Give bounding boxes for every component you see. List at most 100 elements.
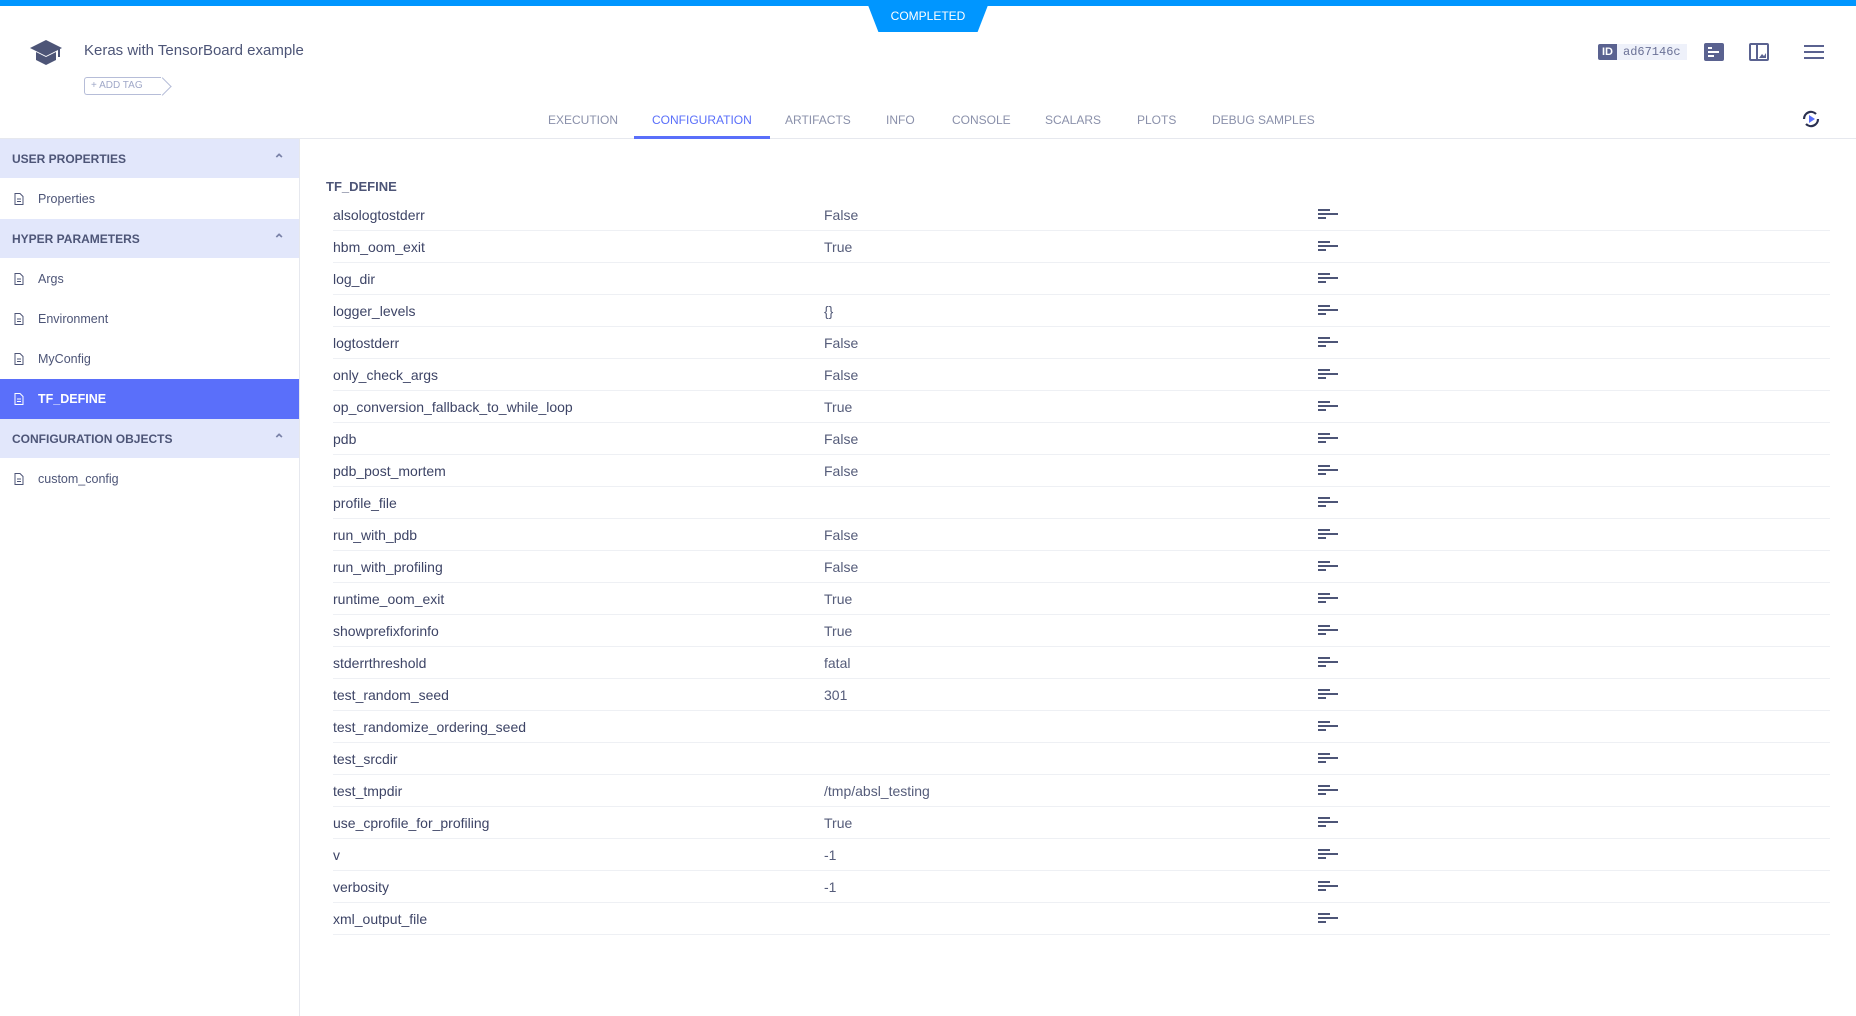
description-icon[interactable] [1318,849,1338,861]
param-name: hbm_oom_exit [333,239,425,255]
param-value: -1 [824,879,837,895]
section-label: HYPER PARAMETERS [12,232,140,246]
sidebar-item[interactable]: Environment [0,299,299,339]
description-icon[interactable] [1318,209,1338,221]
param-name: log_dir [333,271,376,287]
description-icon[interactable] [1318,305,1338,317]
param-value: {} [824,303,834,319]
sidebar-item[interactable]: custom_config [0,459,299,499]
description-icon[interactable] [1318,465,1338,477]
sidebar-item[interactable]: MyConfig [0,339,299,379]
id-badge[interactable]: ID ad67146c [1598,44,1687,60]
param-name: runtime_oom_exit [333,591,445,607]
param-name: verbosity [333,879,390,895]
document-icon [14,273,24,285]
description-icon[interactable] [1318,817,1338,829]
description-icon[interactable] [1318,529,1338,541]
param-value: fatal [824,655,851,671]
table-row: run_with_pdb False [333,519,1830,551]
details-panel-icon[interactable] [1704,43,1724,61]
tab-execution[interactable]: EXECUTION [548,113,618,139]
description-icon[interactable] [1318,433,1338,445]
param-value: False [824,527,859,543]
description-icon[interactable] [1318,753,1338,765]
add-tag-button[interactable]: + ADD TAG [84,77,161,95]
description-icon[interactable] [1318,721,1338,733]
description-icon[interactable] [1318,881,1338,893]
param-name: logger_levels [333,303,416,319]
tab-console[interactable]: CONSOLE [952,113,1011,139]
tab-plots[interactable]: PLOTS [1137,113,1176,139]
param-value: False [824,367,859,383]
table-row: verbosity -1 [333,871,1830,903]
tab-debug-samples[interactable]: DEBUG SAMPLES [1212,113,1315,139]
param-name: profile_file [333,495,397,511]
sidebar-section-header[interactable]: HYPER PARAMETERS ⌃ [0,219,299,259]
layout-toggle-icon[interactable] [1749,43,1769,61]
table-row: test_random_seed 301 [333,679,1830,711]
description-icon[interactable] [1318,785,1338,797]
status-badge: COMPLETED [866,0,990,32]
sidebar-item-label: Args [38,272,64,286]
graduation-cap-icon [30,40,62,65]
description-icon[interactable] [1318,657,1338,669]
table-row: stderrthreshold fatal [333,647,1830,679]
param-name: xml_output_file [333,911,428,927]
auto-refresh-icon[interactable] [1800,108,1822,130]
table-row: test_tmpdir/tmp/absl_testing [333,775,1830,807]
sidebar-item[interactable]: Properties [0,179,299,219]
tab-scalars[interactable]: SCALARS [1045,113,1101,139]
table-row: logtostderr False [333,327,1830,359]
table-row: use_cprofile_for_profiling True [333,807,1830,839]
table-row: test_randomize_ordering_seed [333,711,1830,743]
table-row: test_srcdir [333,743,1830,775]
description-icon[interactable] [1318,689,1338,701]
id-label: ID [1598,44,1617,60]
tab-configuration[interactable]: CONFIGURATION [634,113,770,139]
sidebar-item-label: Environment [38,312,109,326]
chevron-up-icon[interactable]: ⌃ [273,139,285,179]
sidebar-item[interactable]: TF_DEFINE [0,379,299,419]
chevron-up-icon[interactable]: ⌃ [273,419,285,459]
param-value: True [824,399,853,415]
param-value: True [824,239,853,255]
table-row: log_dir [333,263,1830,295]
description-icon[interactable] [1318,401,1338,413]
param-name: showprefixforinfo [333,623,439,639]
description-icon[interactable] [1318,337,1338,349]
description-icon[interactable] [1318,593,1338,605]
param-name: run_with_profiling [333,559,443,575]
sidebar-item-label: Properties [38,192,95,206]
table-row: pdb False [333,423,1830,455]
tab-info[interactable]: INFO [886,113,915,139]
parameters-table: alsologtostderr False hbm_oom_exit True log_… [333,199,1830,935]
param-name: stderrthreshold [333,655,427,671]
description-icon[interactable] [1318,273,1338,285]
sidebar-section-header[interactable]: CONFIGURATION OBJECTS ⌃ [0,419,299,459]
description-icon[interactable] [1318,497,1338,509]
document-icon [14,353,24,365]
table-row: profile_file [333,487,1830,519]
table-row: xml_output_file [333,903,1830,935]
table-row: v -1 [333,839,1830,871]
table-row: hbm_oom_exit True [333,231,1830,263]
menu-icon[interactable] [1804,45,1824,59]
table-row: pdb_post_mortem False [333,455,1830,487]
param-name: pdb_post_mortem [333,463,446,479]
tab-bar: EXECUTION CONFIGURATION ARTIFACTS INFO C… [0,100,1856,139]
param-value: False [824,207,859,223]
param-value: True [824,591,853,607]
description-icon[interactable] [1318,369,1338,381]
param-name: alsologtostderr [333,207,425,223]
document-icon [14,393,24,405]
description-icon[interactable] [1318,913,1338,925]
experiment-title: Keras with TensorBoard example [84,42,304,59]
chevron-up-icon[interactable]: ⌃ [273,219,285,259]
tab-artifacts[interactable]: ARTIFACTS [785,113,851,139]
table-row: run_with_profiling False [333,551,1830,583]
description-icon[interactable] [1318,625,1338,637]
description-icon[interactable] [1318,561,1338,573]
description-icon[interactable] [1318,241,1338,253]
sidebar-section-header[interactable]: USER PROPERTIES ⌃ [0,139,299,179]
sidebar-item[interactable]: Args [0,259,299,299]
